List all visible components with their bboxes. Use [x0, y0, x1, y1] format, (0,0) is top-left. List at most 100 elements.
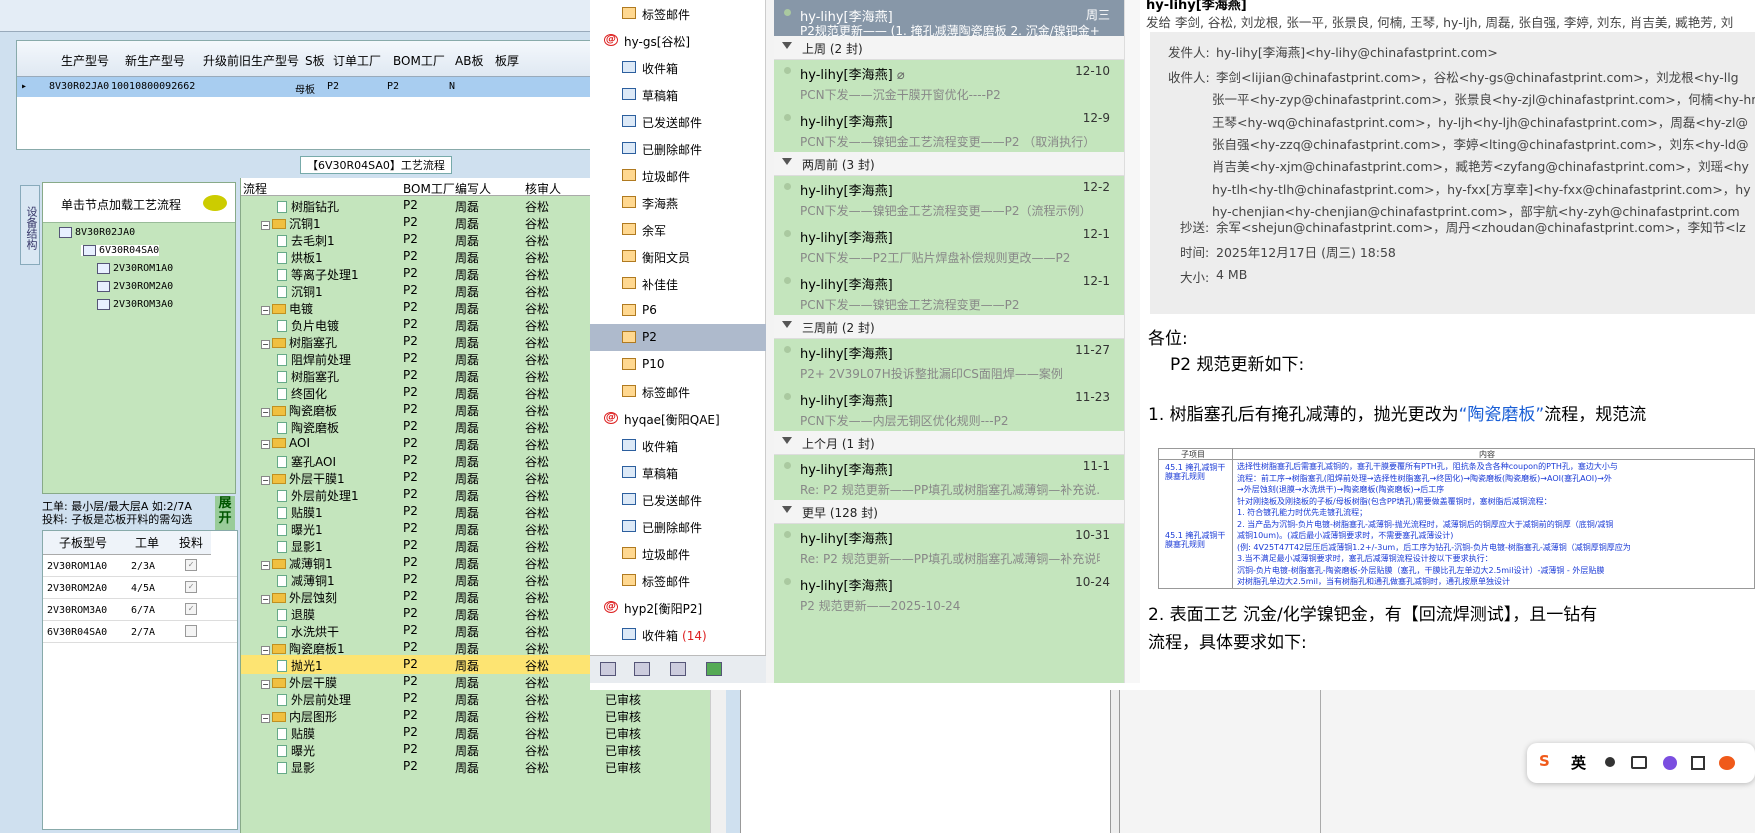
from-address[interactable]: hy-lihy[李海燕]<hy-lihy@chinafastprint.com> [1216, 42, 1498, 61]
folder-item[interactable]: 收件箱 [590, 432, 766, 459]
message-item[interactable]: hy-lihy[李海燕] 12-1 PCN下发——镍钯金工艺流程变更——P2 [774, 268, 1124, 320]
punctuation-icon[interactable] [1605, 757, 1615, 767]
message-group-header[interactable]: 上周 (2 封) [774, 36, 1124, 60]
recipient-line[interactable]: 张自强<hy-zzq@chinafastprint.com>，李婷<lting@… [1212, 134, 1749, 153]
folder-item[interactable]: @ hyp2[衡阳P2] [590, 594, 766, 621]
message-item[interactable]: hy-lihy[李海燕] 12-2 PCN下发——镍钯金工艺流程变更——P2（流程示… [774, 174, 1124, 226]
cc-address[interactable]: 余军<shejun@chinafastprint.com>，周丹<zhoudan… [1216, 217, 1746, 236]
collapse-toggle-icon[interactable]: − [261, 340, 270, 349]
folder-item[interactable]: @ hy-gs[谷松] [590, 27, 766, 54]
chat-bubble-icon[interactable] [203, 195, 227, 211]
recipient-line[interactable]: 肖吉美<hy-xjm@chinafastprint.com>，臧艳芳<zyfan… [1212, 156, 1749, 175]
col-ab[interactable]: AB板 [455, 52, 483, 69]
skin-icon[interactable] [1663, 756, 1677, 770]
col-s-board[interactable]: S板 [305, 52, 325, 69]
col-order-factory[interactable]: 订单工厂 [333, 52, 381, 69]
folder-item[interactable]: 李海燕 [590, 189, 766, 216]
collapse-toggle-icon[interactable]: − [261, 408, 270, 417]
feed-checkbox[interactable]: ✓ [185, 581, 197, 593]
ime-logo-icon[interactable]: S [1539, 752, 1550, 770]
table-row[interactable]: 显影 P2 周磊 谷松 已审核 [241, 757, 711, 776]
folder-item[interactable]: P10 [590, 351, 766, 378]
message-group-header[interactable]: 更早 (128 封) [774, 500, 1124, 524]
recipient-line[interactable]: 张一平<hy-zyp@chinafastprint.com>，张景良<hy-zj… [1212, 89, 1755, 108]
folder-item[interactable]: P2 [590, 324, 766, 351]
contacts-icon[interactable] [634, 662, 650, 676]
keyboard-icon[interactable] [1631, 756, 1647, 769]
mascot-icon[interactable] [1719, 756, 1735, 770]
folder-item[interactable]: @ hyqae[衡阳QAE] [590, 405, 766, 432]
col-auditor[interactable]: 核审人 [525, 180, 561, 197]
collapse-toggle-icon[interactable]: − [261, 561, 270, 570]
message-item[interactable]: hy-lihy[李海燕] 11-1 Re: P2 规范更新——PP填孔或树脂塞孔减薄… [774, 453, 1124, 505]
message-list-scrollbar[interactable] [1124, 0, 1140, 683]
folder-item[interactable]: 标签邮件 [590, 567, 766, 594]
col-old-model[interactable]: 升级前旧生产型号 [203, 52, 299, 69]
folder-item[interactable]: 标签邮件 [590, 378, 766, 405]
folder-item[interactable]: 衡阳文员 [590, 243, 766, 270]
col-bom[interactable]: BOM工厂 [403, 180, 455, 197]
calendar-icon[interactable] [670, 662, 686, 676]
pane-splitter[interactable] [766, 0, 774, 683]
message-item[interactable]: hy-lihy[李海燕] ⌀ 12-10 PCN下发——沉金干膜开窗优化----P2 [774, 58, 1124, 110]
message-item[interactable]: hy-lihy[李海燕] 11-23 PCN下发——内层无铜区优化规则---P2 [774, 384, 1124, 436]
expand-button[interactable]: 展开 [215, 496, 235, 530]
table-row[interactable]: 2V30ROM3A0 6/7A ✓ [43, 599, 237, 621]
tree-node[interactable]: 2V30ROM3A0 [95, 299, 173, 310]
feed-checkbox[interactable] [185, 625, 197, 637]
folder-item[interactable]: 已删除邮件 [590, 135, 766, 162]
feed-checkbox[interactable]: ✓ [185, 603, 197, 615]
folder-item[interactable]: 标签邮件 [590, 0, 766, 27]
ime-language[interactable]: 英 [1571, 752, 1586, 773]
tree-node[interactable]: 6V30R04SA0 [81, 245, 160, 256]
folder-item[interactable]: 收件箱 (14) [590, 621, 766, 648]
col-thickness[interactable]: 板厚 [495, 52, 519, 69]
col-process[interactable]: 流程 [243, 180, 267, 197]
collapse-toggle-icon[interactable]: − [261, 306, 270, 315]
message-item[interactable]: hy-lihy[李海燕] 12-9 PCN下发——镍钯金工艺流程变更——P2 （取消… [774, 105, 1124, 157]
folder-item[interactable]: 余军 [590, 216, 766, 243]
col-model[interactable]: 生产型号 [61, 52, 109, 69]
message-item[interactable]: hy-lihy[李海燕] 12-1 PCN下发——P2工厂贴片焊盘补偿规则更改——P… [774, 221, 1124, 273]
collapse-toggle-icon[interactable]: − [261, 714, 270, 723]
message-item[interactable]: hy-lihy[李海燕] 10-31 Re: P2 规范更新——PP填孔或树脂塞孔减… [774, 522, 1124, 574]
collapse-toggle-icon[interactable]: − [261, 595, 270, 604]
table-row[interactable]: 2V30ROM1A0 2/3A ✓ [43, 555, 237, 577]
message-item[interactable]: hy-lihy[李海燕] 11-27 P2+ 2V39L07H投诉整批漏印CS面阻焊… [774, 337, 1124, 389]
side-tab[interactable]: 设备结构 [20, 185, 40, 265]
mail-icon[interactable] [600, 662, 616, 676]
message-group-header[interactable]: 两周前 (3 封) [774, 152, 1124, 176]
folder-item[interactable]: 已删除邮件 [590, 513, 766, 540]
tree-node[interactable]: 8V30R02JA0 [57, 227, 135, 238]
message-group-header[interactable]: 三周前 (2 封) [774, 315, 1124, 339]
folder-item[interactable]: 草稿箱 [590, 81, 766, 108]
tree-node[interactable]: 2V30ROM2A0 [95, 281, 173, 292]
folder-item[interactable]: 垃圾邮件 [590, 540, 766, 567]
ime-toolbar[interactable]: S 英 [1527, 743, 1755, 783]
recipient-line[interactable]: 李剑<lijian@chinafastprint.com>，谷松<hy-gs@c… [1216, 67, 1739, 86]
collapse-toggle-icon[interactable]: − [261, 440, 270, 449]
feed-checkbox[interactable]: ✓ [185, 559, 197, 571]
col-order[interactable]: 工单 [123, 531, 171, 555]
folder-item[interactable]: P6 [590, 297, 766, 324]
recipient-line[interactable]: hy-tlh<hy-tlh@chinafastprint.com>，hy-fxx… [1212, 179, 1751, 198]
folder-item[interactable]: 草稿箱 [590, 459, 766, 486]
folder-item[interactable]: 补佳佳 [590, 270, 766, 297]
collapse-toggle-icon[interactable]: − [261, 680, 270, 689]
col-new-model[interactable]: 新生产型号 [125, 52, 185, 69]
table-row[interactable]: 2V30ROM2A0 4/5A ✓ [43, 577, 237, 599]
folder-item[interactable]: 垃圾邮件 [590, 162, 766, 189]
collapse-toggle-icon[interactable]: − [261, 221, 270, 230]
collapse-toggle-icon[interactable]: − [261, 476, 270, 485]
message-item[interactable]: hy-lihy[李海燕] 10-24 P2 规范更新——2025-10-24 [774, 569, 1124, 621]
notes-icon[interactable] [706, 662, 722, 676]
tree-node[interactable]: 2V30ROM1A0 [95, 263, 173, 274]
col-writer[interactable]: 编写人 [455, 180, 491, 197]
col-bom-factory[interactable]: BOM工厂 [393, 52, 445, 69]
collapse-toggle-icon[interactable]: − [261, 646, 270, 655]
grid-menu-icon[interactable] [1691, 756, 1705, 770]
message-group-header[interactable]: 上个月 (1 封) [774, 431, 1124, 455]
folder-item[interactable]: 已发送邮件 [590, 486, 766, 513]
recipient-line[interactable]: 王琴<hy-wq@chinafastprint.com>，hy-ljh<hy-l… [1212, 112, 1748, 131]
col-sub-model[interactable]: 子板型号 [43, 531, 123, 555]
